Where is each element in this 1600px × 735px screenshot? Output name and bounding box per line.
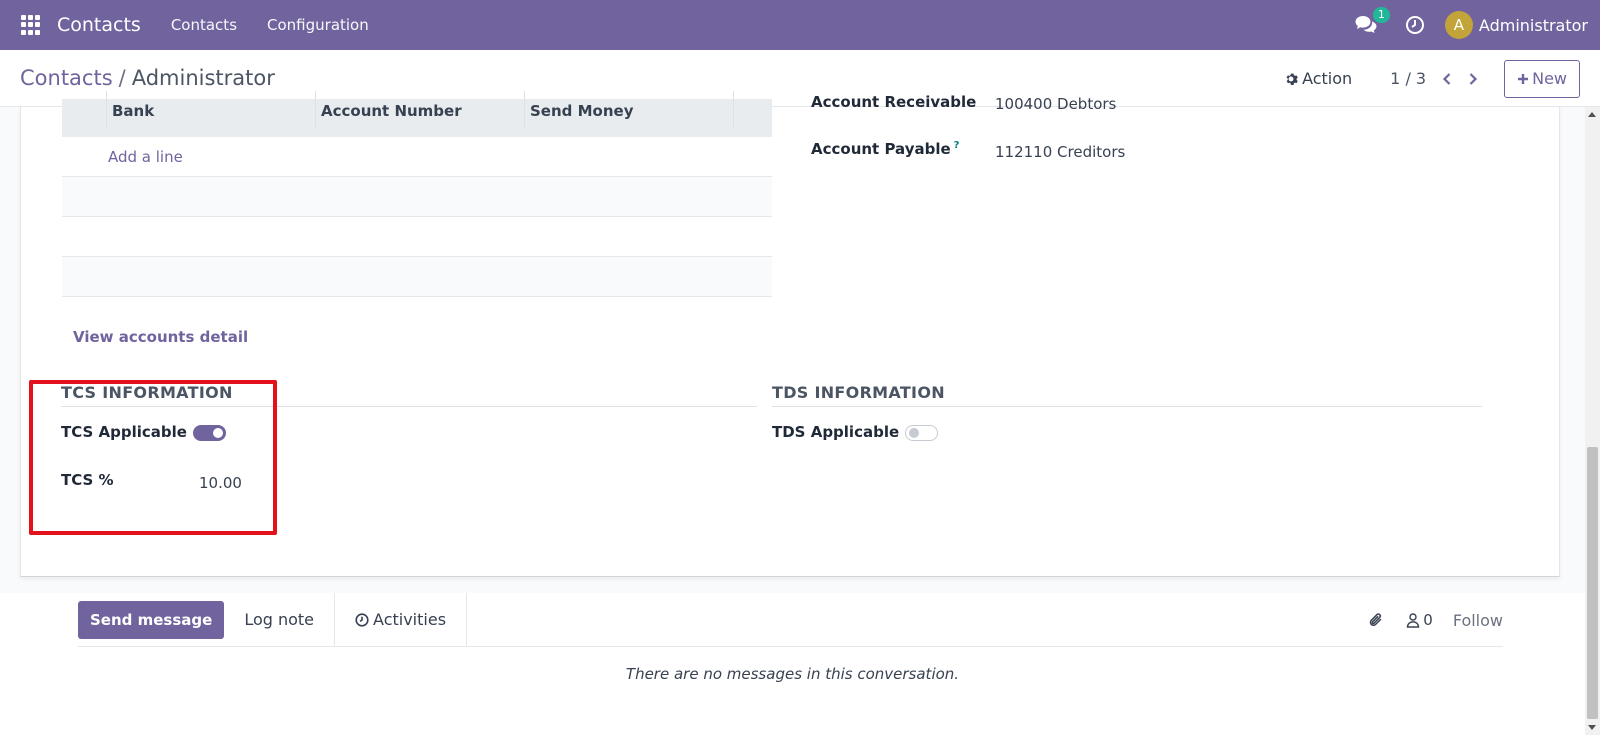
table-header: Bank Account Number Send Money (62, 91, 772, 137)
new-label: New (1532, 69, 1567, 88)
help-icon[interactable]: ? (954, 140, 960, 151)
clock-icon[interactable] (1405, 15, 1425, 35)
scrollbar[interactable] (1585, 107, 1600, 735)
add-line-row: Add a line (62, 137, 772, 177)
view-accounts-button[interactable]: View accounts detail (73, 328, 248, 346)
clock-icon (355, 612, 369, 627)
chatter-toolbar: Send message Log note Activities 0 Follo… (78, 592, 1503, 647)
pager-previous-icon[interactable] (1440, 72, 1454, 86)
tds-applicable-toggle[interactable] (905, 425, 938, 441)
column-account-number[interactable]: Account Number (316, 91, 525, 129)
column-bank[interactable]: Bank (107, 91, 316, 129)
followers-count: 0 (1423, 611, 1433, 629)
apps-menu-icon[interactable] (21, 15, 41, 35)
tds-section-title: TDS INFORMATION (772, 383, 945, 402)
send-message-button[interactable]: Send message (78, 600, 225, 639)
table-row (62, 217, 772, 257)
column-send-money[interactable]: Send Money (525, 91, 734, 129)
scroll-thumb[interactable] (1587, 447, 1598, 719)
new-button[interactable]: New (1504, 59, 1580, 98)
user-menu[interactable]: Administrator (1479, 16, 1588, 35)
breadcrumb-root[interactable]: Contacts (20, 66, 113, 90)
tds-applicable-label: TDS Applicable (772, 423, 900, 441)
tds-divider (772, 406, 1482, 407)
gear-icon (1286, 73, 1298, 85)
action-label: Action (1302, 69, 1353, 88)
follow-button[interactable]: Follow (1453, 611, 1503, 630)
plus-icon (1518, 73, 1529, 84)
menu-configuration[interactable]: Configuration (267, 16, 369, 34)
app-brand[interactable]: Contacts (57, 14, 141, 36)
bank-accounts-table: Bank Account Number Send Money Add a lin… (62, 91, 772, 297)
payable-label-text: Account Payable (811, 140, 951, 158)
avatar[interactable]: A (1444, 11, 1473, 39)
pager-value[interactable]: 1 / 3 (1390, 69, 1426, 88)
paperclip-icon[interactable] (1367, 611, 1385, 629)
empty-conversation-text: There are no messages in this conversati… (625, 665, 960, 683)
activities-label: Activities (373, 610, 447, 629)
activities-button[interactable]: Activities (334, 592, 468, 647)
receivable-value[interactable]: 100400 Debtors (995, 95, 1116, 113)
followers-button[interactable]: 0 (1405, 611, 1433, 629)
scroll-down-icon[interactable] (1588, 725, 1596, 730)
breadcrumb: Contacts / Administrator (20, 66, 275, 90)
breadcrumb-separator: / (118, 66, 126, 90)
top-navbar: Contacts Contacts Configuration 1 A Admi… (0, 0, 1600, 50)
chatter: Send message Log note Activities 0 Follo… (0, 592, 1585, 735)
scroll-up-icon[interactable] (1588, 112, 1596, 117)
user-icon (1407, 613, 1420, 628)
highlight-box (29, 380, 277, 535)
payable-label: Account Payable? (811, 140, 959, 158)
chat-icon[interactable]: 1 (1355, 7, 1390, 35)
action-button[interactable]: Action (1284, 69, 1352, 88)
log-note-button[interactable]: Log note (244, 593, 334, 647)
receivable-label: Account Receivable (811, 93, 977, 111)
menu-contacts[interactable]: Contacts (171, 16, 237, 34)
table-row (62, 177, 772, 217)
payable-value[interactable]: 112110 Creditors (995, 143, 1125, 161)
pager-next-icon[interactable] (1466, 72, 1480, 86)
table-row (62, 257, 772, 297)
add-line-link[interactable]: Add a line (108, 148, 183, 166)
breadcrumb-current: Administrator (131, 66, 275, 90)
chat-badge: 1 (1372, 7, 1390, 23)
